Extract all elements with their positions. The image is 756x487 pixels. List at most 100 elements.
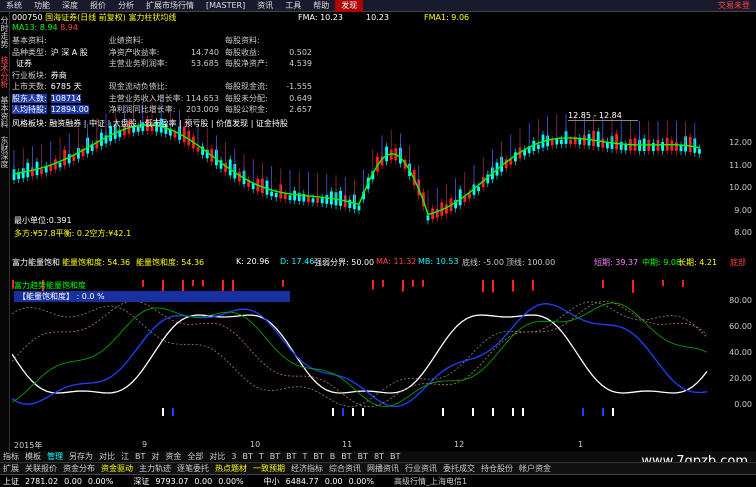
sub-bottom-bar <box>172 408 174 416</box>
trade-login-status[interactable]: 交易未登 <box>718 0 750 12</box>
sidetab-fundamentals[interactable]: 基本资料 <box>0 92 10 132</box>
bottom-tab[interactable]: 热点题材 <box>212 463 250 474</box>
sub-bottom-bar <box>362 408 364 416</box>
indicator-name: 富力柱状均线 <box>128 13 177 22</box>
fund-label: 现金流动负债比: <box>108 82 168 91</box>
sidetab-depth[interactable]: 东财深度 <box>0 132 10 172</box>
menu-discover[interactable]: 发现 <box>335 0 364 12</box>
candle-body <box>270 191 273 197</box>
candle-body <box>293 190 296 201</box>
style-sector-label: 风格板块: <box>12 118 47 128</box>
bottom-tab[interactable]: 扩展 <box>0 463 22 474</box>
sub-bottom-bar <box>342 408 344 416</box>
indicator-tool-button[interactable]: 全部 <box>184 451 206 462</box>
fund-label: 主营业务收入增长率: <box>108 93 184 103</box>
indicator-tool-button[interactable]: 对比 <box>96 451 118 462</box>
min-unit-label: 最小单位:0.391 <box>14 216 72 225</box>
candle-body <box>426 215 430 221</box>
indicator-tool-button[interactable]: T <box>299 452 310 461</box>
indicator-tool-button[interactable]: 对比 <box>206 451 228 462</box>
sz-index-label[interactable]: 深证 <box>130 476 152 487</box>
date-tick: 11 <box>342 440 353 449</box>
bottom-tab[interactable]: 持仓股份 <box>478 463 516 474</box>
fund-value: 2.657 <box>289 105 312 114</box>
sub-saturation-bar: 【能量饱和度】 : 0.0 % <box>14 291 290 302</box>
feed-status: 高级行情_上海电信1 <box>393 476 468 486</box>
indicator-tool-button[interactable]: 对 <box>148 451 162 462</box>
bottom-tab[interactable]: 综合资讯 <box>326 463 364 474</box>
bottom-tab[interactable]: 一致预期 <box>250 463 288 474</box>
fund-label: 每股净资产: <box>224 59 268 68</box>
menu-depth[interactable]: 深度 <box>56 0 84 12</box>
fund-label: 品种类型: <box>12 47 47 57</box>
fund-label: 主营业务利润率: <box>108 59 168 68</box>
sidetab-technical[interactable]: 技术分析 <box>0 52 10 92</box>
indicator-tool-button[interactable]: BT <box>283 452 299 461</box>
fund-label: 人均持股: <box>12 105 47 114</box>
candle-body <box>477 186 480 192</box>
fund-label: 净利润同比增长率: <box>108 105 176 114</box>
sub-long: 长期: 4.21 <box>678 258 718 267</box>
bottom-tab[interactable]: 网播资讯 <box>364 463 402 474</box>
sh-index-label[interactable]: 上证 <box>0 476 22 487</box>
fund-label: 每股收益: <box>224 47 260 57</box>
indicator-tool-button[interactable]: 江 <box>118 451 132 462</box>
sub-bottom-bar <box>492 408 494 416</box>
sub-top-bar <box>282 280 284 287</box>
bottom-tab[interactable]: 主力轨迹 <box>136 463 174 474</box>
fund-value: 12894.00 <box>50 105 89 114</box>
sh-index-change: 0.00 <box>64 476 82 486</box>
sub-indicator-chart[interactable] <box>12 280 712 428</box>
bottom-tab[interactable]: 资金驱动 <box>98 463 136 474</box>
sub-tick: 60.00 <box>729 322 752 331</box>
bottom-tab[interactable]: 关联报价 <box>22 463 60 474</box>
indicator-tool-button[interactable]: BT <box>310 452 326 461</box>
menu-extended-market[interactable]: 扩展市场行情 <box>140 0 200 12</box>
indicator-tool-button[interactable]: BT <box>267 452 283 461</box>
indicator-tool-button[interactable]: 模板 <box>22 451 44 462</box>
menu-quote[interactable]: 报价 <box>84 0 112 12</box>
style-sector-tags: 融资融券 | 中证 | 大盘股 | 低市盈率 | 预亏股 | 价值发现 | 证金… <box>49 118 288 128</box>
sub-top-bar <box>532 280 534 291</box>
bottom-tab[interactable]: 委托成交 <box>440 463 478 474</box>
bottom-tab[interactable]: 行业资讯 <box>402 463 440 474</box>
indicator-tool-button[interactable]: BT <box>239 452 255 461</box>
indicator-tool-button[interactable]: 资金 <box>162 451 184 462</box>
sub-bottom-bar <box>352 408 354 416</box>
sub-strength: 强弱分界: 50.00 <box>314 258 375 267</box>
sidetab-intraday[interactable]: 分时走势 <box>0 12 10 52</box>
menu-bar: 系统 功能 深度 报价 分析 扩展市场行情 [MASTER] 资讯 工具 帮助 … <box>0 0 756 12</box>
menu-tools[interactable]: 工具 <box>279 0 307 12</box>
indicator-tool-button[interactable]: BT <box>355 452 371 461</box>
indicator-tool-button[interactable]: BT <box>387 452 403 461</box>
indicator-tool-button[interactable]: 8T <box>371 452 387 461</box>
menu-analysis[interactable]: 分析 <box>112 0 140 12</box>
sub-tick: 80.00 <box>729 296 752 305</box>
sub-top-bar <box>662 280 664 287</box>
bottom-tab[interactable]: 经济指标 <box>288 463 326 474</box>
fund-label: 净资产收益率: <box>108 47 160 57</box>
indicator-tool-button[interactable]: 管理 <box>44 451 66 462</box>
candle-body <box>679 145 683 152</box>
candle-body <box>661 142 664 151</box>
bottom-tab[interactable]: 逐笔委托 <box>174 463 212 474</box>
zx-index-label[interactable]: 中小 <box>261 476 283 487</box>
bottom-tab[interactable]: 帐户资金 <box>516 463 554 474</box>
menu-help[interactable]: 帮助 <box>307 0 335 12</box>
fund-header-perf: 业绩资料: <box>108 36 144 45</box>
stock-name: 国海证券(日线 前复权) <box>45 13 126 22</box>
menu-system[interactable]: 系统 <box>0 0 28 12</box>
indicator-tool-button[interactable]: 指标 <box>0 451 22 462</box>
fund-header-basic: 基本资料: <box>12 36 47 45</box>
indicator-tool-button[interactable]: BT <box>132 452 148 461</box>
indicator-tool-button[interactable]: 3 <box>228 452 239 461</box>
menu-master[interactable]: [MASTER] <box>200 0 251 12</box>
menu-function[interactable]: 功能 <box>28 0 56 12</box>
bottom-tab[interactable]: 资金分布 <box>60 463 98 474</box>
indicator-tool-button[interactable]: B <box>327 452 339 461</box>
indicator-tool-button[interactable]: BT <box>338 452 354 461</box>
indicator-tool-button[interactable]: T <box>256 452 267 461</box>
indicator-tool-button[interactable]: 另存为 <box>66 451 96 462</box>
menu-news[interactable]: 资讯 <box>251 0 279 12</box>
sub-top-bar <box>632 280 634 293</box>
